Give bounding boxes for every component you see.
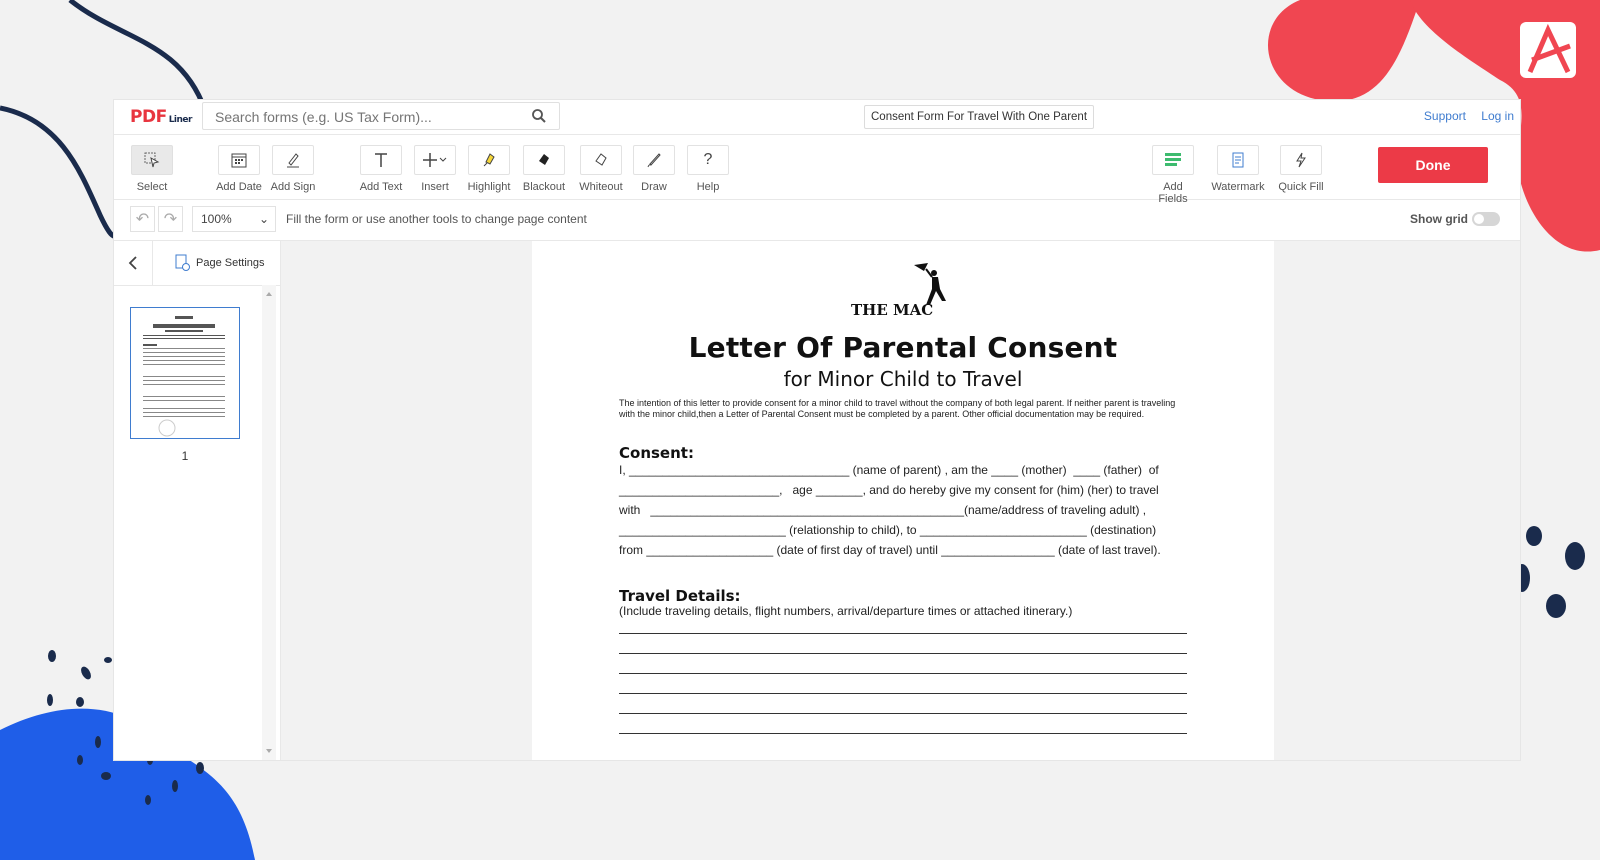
document-canvas[interactable]: THE MAC Letter Of Parental Consent for M… xyxy=(281,241,1520,760)
travel-line[interactable] xyxy=(619,673,1187,674)
help-tool[interactable]: ? Help xyxy=(686,145,730,193)
search-box[interactable] xyxy=(202,102,560,130)
add-text-tool[interactable]: Add Text xyxy=(358,145,404,193)
page-sidebar: Page Settings 1 xyxy=(114,241,281,760)
collapse-sidebar-button[interactable] xyxy=(114,241,153,285)
watermark-icon xyxy=(1232,152,1244,168)
thumbnail-preview xyxy=(143,316,225,437)
page-number: 1 xyxy=(181,449,189,463)
travel-line[interactable] xyxy=(619,633,1187,634)
search-icon[interactable] xyxy=(531,108,547,124)
travel-line[interactable] xyxy=(619,713,1187,714)
consent-line-2[interactable]: ________________________, age _______, a… xyxy=(619,483,1189,497)
consent-line-4[interactable]: _________________________ (relationship … xyxy=(619,523,1189,537)
top-bar: PDFLiner Consent Form For Travel With On… xyxy=(114,100,1520,135)
sidebar-header: Page Settings xyxy=(114,241,280,286)
consent-line-3[interactable]: with ___________________________________… xyxy=(619,503,1189,517)
redo-button[interactable]: ↷ xyxy=(158,206,183,232)
add-fields-tool[interactable]: Add Fields xyxy=(1148,145,1198,205)
highlight-tool[interactable]: Highlight xyxy=(466,145,512,193)
document-title-heading: Letter Of Parental Consent xyxy=(688,331,1118,364)
done-button[interactable]: Done xyxy=(1378,147,1488,183)
chevron-down-icon: ⌄ xyxy=(258,212,269,226)
eraser-icon xyxy=(595,153,607,166)
consent-line-5[interactable]: from ___________________ (date of first … xyxy=(619,543,1189,557)
pdfliner-logo[interactable]: PDF Liner xyxy=(130,107,192,127)
page-thumbnail[interactable] xyxy=(130,307,240,439)
undo-icon: ↶ xyxy=(135,211,150,228)
fields-icon xyxy=(1165,153,1181,166)
support-link[interactable]: Support xyxy=(1424,109,1466,123)
question-icon: ? xyxy=(703,151,713,168)
document-subtitle: for Minor Child to Travel xyxy=(783,367,1023,391)
show-grid-toggle[interactable] xyxy=(1472,212,1500,226)
show-grid-label: Show grid xyxy=(1410,212,1468,226)
watermark-tool[interactable]: Watermark xyxy=(1210,145,1266,193)
travel-line[interactable] xyxy=(619,733,1187,734)
select-cursor-icon xyxy=(144,152,160,168)
login-link[interactable]: Log in xyxy=(1481,109,1514,123)
calendar-icon xyxy=(231,153,247,168)
lightning-icon xyxy=(1296,152,1306,168)
blackout-tool[interactable]: Blackout xyxy=(520,145,568,193)
blackout-brush-icon xyxy=(539,154,549,165)
travel-details-note: (Include traveling details, flight numbe… xyxy=(619,604,1073,618)
brush-icon xyxy=(647,153,661,168)
travel-line[interactable] xyxy=(619,693,1187,694)
quick-fill-tool[interactable]: Quick Fill xyxy=(1278,145,1324,193)
toolbar: Select Add Date Add Sign Add Text Insert… xyxy=(114,135,1520,205)
document-page[interactable]: THE MAC Letter Of Parental Consent for M… xyxy=(532,241,1274,760)
select-tool[interactable]: Select xyxy=(130,145,174,193)
highlighter-icon xyxy=(483,153,495,167)
insert-tool[interactable]: Insert xyxy=(412,145,458,193)
scroll-down-icon xyxy=(266,749,272,753)
page-settings-icon xyxy=(175,254,190,271)
pen-signature-icon xyxy=(287,153,299,168)
document-title: Consent Form For Travel With One Parent xyxy=(864,105,1095,129)
hint-text: Fill the form or use another tools to ch… xyxy=(286,212,587,226)
travel-details-heading: Travel Details: xyxy=(619,587,741,605)
scroll-up-icon xyxy=(266,292,272,296)
redo-icon: ↷ xyxy=(163,211,178,228)
page-settings-button[interactable]: Page Settings xyxy=(174,254,265,272)
add-date-tool[interactable]: Add Date xyxy=(214,145,264,193)
top-links: Support Log in xyxy=(1412,109,1514,123)
consent-heading: Consent: xyxy=(619,444,694,462)
search-input[interactable] xyxy=(213,107,517,127)
plus-icon xyxy=(423,153,447,167)
undo-button[interactable]: ↶ xyxy=(130,206,155,232)
chevron-left-icon xyxy=(128,256,137,270)
whiteout-tool[interactable]: Whiteout xyxy=(576,145,626,193)
draw-tool[interactable]: Draw xyxy=(632,145,676,193)
editor-window: PDFLiner Consent Form For Travel With On… xyxy=(114,100,1520,760)
zoom-select[interactable]: 100% ⌄ xyxy=(192,206,276,232)
consent-line-1[interactable]: I, _________________________________ (na… xyxy=(619,463,1189,477)
add-sign-tool[interactable]: Add Sign xyxy=(270,145,316,193)
document-intro: The intention of this letter to provide … xyxy=(619,398,1176,419)
sidebar-scrollbar[interactable] xyxy=(262,285,276,760)
text-icon xyxy=(375,153,387,167)
sub-toolbar: ↶ ↷ 100% ⌄ Fill the form or use another t… xyxy=(114,200,1520,241)
travel-line[interactable] xyxy=(619,653,1187,654)
mac-logo-text: THE MAC xyxy=(851,301,934,319)
